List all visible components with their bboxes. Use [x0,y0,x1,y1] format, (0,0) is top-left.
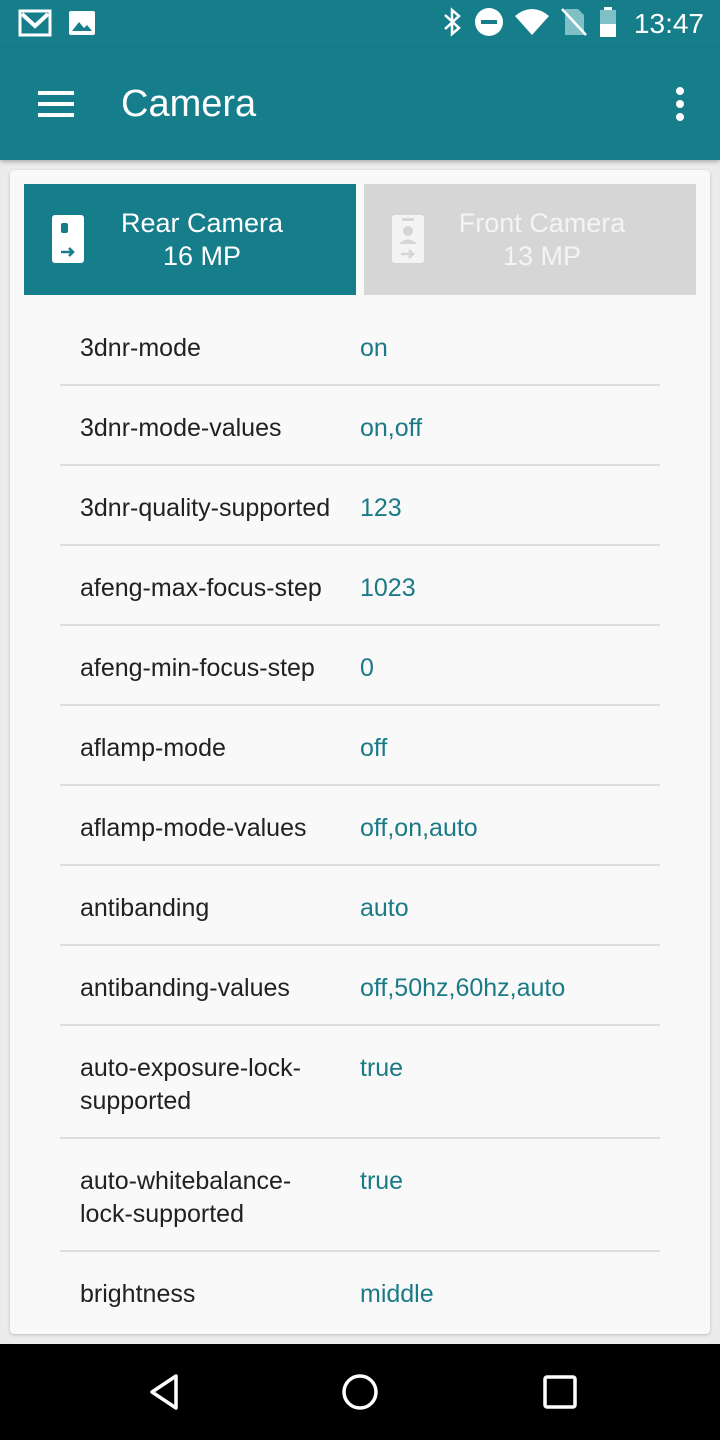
camera-info-card: Rear Camera 16 MP Front Camera 13 MP 3dn… [10,170,710,1334]
app-bar: Camera [0,48,720,160]
list-item: auto-exposure-lock- supported true [60,1026,660,1139]
camera-tabs: Rear Camera 16 MP Front Camera 13 MP [24,184,696,295]
param-value: off,50hz,60hz,auto [360,974,566,1002]
back-button[interactable] [140,1368,188,1416]
param-key: afeng-max-focus-step [80,574,322,602]
param-key: aflamp-mode [80,734,226,762]
param-key: 3dnr-mode [80,334,201,362]
wifi-icon [514,8,550,41]
param-key: 3dnr-quality-supported [80,494,331,522]
status-left-icons [18,8,96,43]
param-key: afeng-min-focus-step [80,654,315,682]
tab-rear-camera[interactable]: Rear Camera 16 MP [24,184,356,295]
list-item: aflamp-mode-values off,on,auto [60,786,660,866]
home-button[interactable] [336,1368,384,1416]
rear-camera-text: Rear Camera 16 MP [121,207,283,273]
list-item: 3dnr-mode on [60,306,660,386]
image-icon [68,9,96,42]
list-item: afeng-max-focus-step 1023 [60,546,660,626]
overflow-menu-button[interactable] [660,78,700,130]
home-icon [342,1374,378,1410]
parameter-list: 3dnr-mode on 3dnr-mode-values on,off 3dn… [60,306,660,1332]
do-not-disturb-icon [474,7,504,42]
list-item: antibanding-values off,50hz,60hz,auto [60,946,660,1026]
param-value: true [360,1054,404,1082]
param-value: 0 [360,654,374,682]
status-time: 13:47 [633,8,704,39]
param-key-line: lock-supported [80,1200,244,1228]
status-bar: 13:47 [0,0,720,48]
bluetooth-icon [442,6,464,43]
back-icon [150,1374,178,1410]
list-item: antibanding auto [60,866,660,946]
param-value: off,on,auto [360,814,478,842]
list-item: aflamp-mode off [60,706,660,786]
front-camera-icon [392,215,424,263]
param-key: antibanding [80,894,210,922]
gmail-icon [18,8,52,43]
param-value: 1023 [360,574,416,602]
param-key: antibanding-values [80,974,290,1002]
list-item: auto-whitebalance- lock-supported true [60,1139,660,1252]
front-camera-label: Front Camera [458,207,626,238]
param-key-line: auto-exposure-lock- [80,1054,301,1082]
rear-camera-icon [52,215,84,263]
param-key: 3dnr-mode-values [80,414,282,442]
recents-icon [543,1375,577,1409]
more-vert-icon [676,87,684,121]
param-value: true [360,1167,404,1195]
list-item: 3dnr-quality-supported 123 [60,466,660,546]
param-value: on,off [360,414,423,442]
param-key: auto-whitebalance- lock-supported [60,1165,360,1231]
list-item: 3dnr-mode-values on,off [60,386,660,466]
param-key: auto-exposure-lock- supported [60,1052,360,1118]
list-item: afeng-min-focus-step 0 [60,626,660,706]
menu-button[interactable] [24,78,88,130]
battery-icon [598,6,618,43]
param-key-line: supported [80,1087,192,1115]
list-item: brightness middle [60,1252,660,1332]
param-key-line: auto-whitebalance- [80,1167,292,1195]
param-key: aflamp-mode-values [80,814,307,842]
status-right-icons: 13:47 [442,0,704,48]
no-sim-icon [560,7,588,42]
param-value: middle [360,1280,434,1308]
param-value: off [360,734,388,762]
tab-front-camera[interactable]: Front Camera 13 MP [364,184,696,295]
front-camera-megapixels: 13 MP [502,240,582,271]
front-camera-text: Front Camera 13 MP [459,207,626,273]
rear-camera-label: Rear Camera [120,207,284,238]
param-value: 123 [360,494,402,522]
rear-camera-megapixels: 16 MP [162,240,242,271]
param-value: auto [360,894,409,922]
page-title: Camera [121,83,257,125]
param-value: on [360,334,388,362]
recents-button[interactable] [536,1368,584,1416]
navigation-bar [0,1344,720,1440]
hamburger-menu-icon [38,91,74,117]
param-key: brightness [80,1280,196,1308]
